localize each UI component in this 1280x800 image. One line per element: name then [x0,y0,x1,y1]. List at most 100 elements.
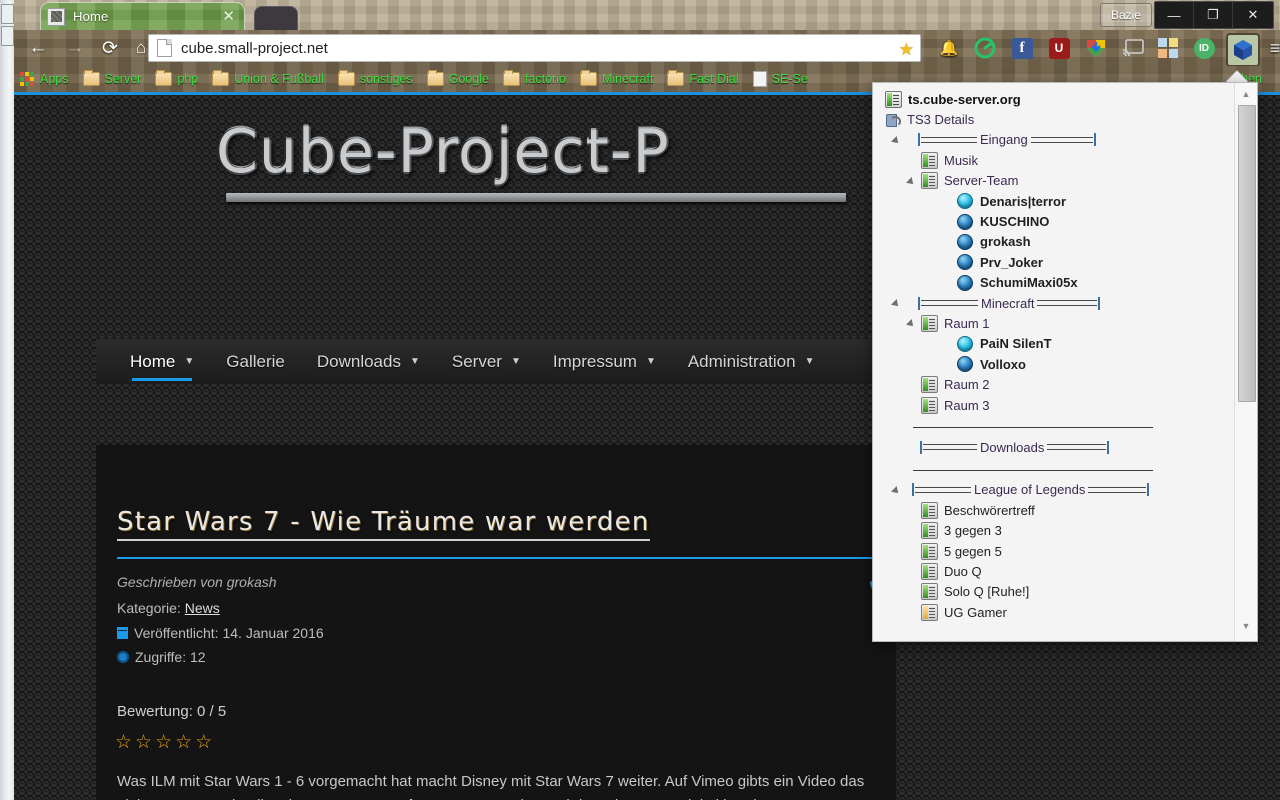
ts-channel-raum-2[interactable]: Raum 2 [873,374,1233,394]
ts-channel-raum-1[interactable]: Raum 1 [873,313,1233,333]
notification-bell-icon[interactable]: 🔔 [936,35,962,61]
article-title-link[interactable]: Star Wars 7 - Wie Träume war werden [117,507,650,541]
rating-stars[interactable]: ☆ ☆ ☆ ☆ ☆ [115,733,212,752]
ts-channel-server-team[interactable]: Server-Team [873,171,1233,191]
channel-icon [921,376,938,394]
ts-channel-duo-q[interactable]: Duo Q [873,561,1233,581]
ts-user-prv-joker[interactable]: Prv_Joker [873,252,1233,272]
ts-user-schumimaxi[interactable]: SchumiMaxi05x [873,273,1233,293]
nav-item-administration[interactable]: Administration ▼ [672,339,831,384]
minimize-button[interactable]: — [1155,2,1194,28]
bookmark-server[interactable]: Server [77,68,148,90]
ts-channel-solo-q[interactable]: Solo Q [Ruhe!] M [873,582,1233,602]
bookmark-minecraft[interactable]: Minecraft [574,68,659,90]
expander-icon[interactable] [891,134,903,146]
bookmark-apps[interactable]: Apps [14,68,75,90]
bookmark-star-icon[interactable]: ★ [899,40,914,60]
ts-channel-beschwoerertreff[interactable]: Beschwörertreff [873,500,1233,520]
back-button[interactable]: ← [24,34,52,62]
reload-button[interactable]: ⟳ [96,34,124,62]
scrollbar-thumb[interactable] [1238,105,1256,402]
page-info-icon[interactable] [157,39,172,57]
channel-label: 5 gegen 5 [944,543,1002,559]
bookmark-label: factorio [524,72,566,86]
category-link[interactable]: News [185,600,220,616]
ts-user-volloxo[interactable]: Volloxo [873,354,1233,374]
ts-details-row[interactable]: TS3 Details [873,109,1233,129]
star-icon-3[interactable]: ☆ [155,733,172,752]
green-circle-extension-icon[interactable] [972,35,998,61]
channel-icon [921,314,938,332]
star-icon-1[interactable]: ☆ [115,733,132,752]
nav-item-downloads[interactable]: Downloads ▼ [301,339,436,384]
chrome-menu-icon[interactable]: ≡ [1262,35,1280,61]
ts-channel-musik[interactable]: Musik M [873,150,1233,170]
window-controls: — ❐ ✕ [1154,1,1274,29]
forward-button[interactable]: → [61,34,89,62]
expander-icon[interactable] [891,484,903,496]
star-icon-2[interactable]: ☆ [135,733,152,752]
nav-item-impressum[interactable]: Impressum ▼ [537,339,672,384]
profile-button[interactable]: Bazie [1099,3,1152,27]
separator-graphic: Downloads [919,440,1110,455]
tab-close-icon[interactable]: ✕ [219,9,238,24]
ts-separator-lol[interactable]: League of Legends [873,480,1233,500]
nav-item-gallerie[interactable]: Gallerie [210,339,301,384]
teamspeak-scrollbar[interactable]: ▲ ▼ [1234,83,1257,641]
ts-separator-eingang[interactable]: Eingang [873,130,1233,150]
cast-icon[interactable] [1120,35,1146,61]
site-logo-underline [226,193,846,202]
expander-icon[interactable] [906,317,918,329]
site-navigation: Home ▼ Gallerie Downloads ▼ Server ▼ Imp… [96,339,896,384]
bookmark-label: Fast Dial [689,72,739,86]
ts-user-denaris[interactable]: Denaris|terror [873,191,1233,211]
facebook-icon[interactable]: f [1009,35,1035,61]
bookmark-fast-dial[interactable]: Fast Dial [661,68,744,90]
bookmark-se-se[interactable]: SE-Se [747,68,814,90]
nav-label: Impressum [552,351,637,371]
expander-icon[interactable] [906,175,918,187]
channel-icon [921,583,938,601]
nav-item-server[interactable]: Server ▼ [436,339,537,384]
apps-grid-extension-icon[interactable] [1155,35,1181,61]
nav-item-home[interactable]: Home ▼ [114,339,210,384]
ublock-icon[interactable]: U [1046,35,1072,61]
browser-toolbar: ← → ⟳ ⌂ cube.small-project.net ★ 🔔 f U I… [14,30,1280,67]
ts-server-row[interactable]: ts.cube-server.org [873,89,1233,109]
download-extension-icon[interactable] [1083,35,1109,61]
ts-channel-raum-3[interactable]: Raum 3 [873,395,1233,415]
channel-icon [921,562,938,580]
teamspeak-cube-icon[interactable] [1226,33,1260,67]
divider-line [913,427,1153,429]
chevron-down-icon: ▼ [645,356,656,367]
ts-separator-minecraft[interactable]: Minecraft [873,293,1233,313]
user-label: Denaris|terror [980,193,1067,209]
ts-channel-ug-gamer[interactable]: UG Gamer [873,602,1233,622]
star-icon-4[interactable]: ☆ [175,733,192,752]
separator-graphic: Eingang [917,132,1097,147]
address-bar[interactable]: cube.small-project.net ★ [148,34,921,62]
ts-user-grokash[interactable]: grokash [873,232,1233,252]
ts-separator-downloads[interactable]: Downloads [873,437,1233,457]
close-window-button[interactable]: ✕ [1233,2,1273,28]
bookmark-factorio[interactable]: factorio [497,68,572,90]
site-logo-text: Cube-Project-P [216,117,670,187]
pushbullet-icon[interactable]: ID [1191,35,1217,61]
scroll-up-button[interactable]: ▲ [1235,85,1257,103]
tab-strip-empty-area[interactable] [254,6,298,31]
bookmark-php[interactable]: php [149,68,204,90]
scroll-down-button[interactable]: ▼ [1235,617,1257,635]
bookmark-google[interactable]: Google [421,68,495,90]
ts-user-pain-silent[interactable]: PaiN SilenT [873,334,1233,354]
chevron-down-icon: ▼ [510,356,521,367]
ts-channel-3-gegen-3[interactable]: 3 gegen 3 [873,520,1233,540]
browser-tab-home[interactable]: Home ✕ [40,2,245,30]
ts-channel-5-gegen-5[interactable]: 5 gegen 5 [873,541,1233,561]
star-icon-5[interactable]: ☆ [195,733,212,752]
ts-user-kuschino[interactable]: KUSCHINO [873,211,1233,231]
expander-icon[interactable] [891,297,903,309]
ts-server-label: ts.cube-server.org [908,91,1021,107]
bookmark-union-fussball[interactable]: Union & Fußball [206,68,330,90]
bookmark-sonstiges[interactable]: sonstiges [332,68,419,90]
maximize-restore-button[interactable]: ❐ [1194,2,1233,28]
